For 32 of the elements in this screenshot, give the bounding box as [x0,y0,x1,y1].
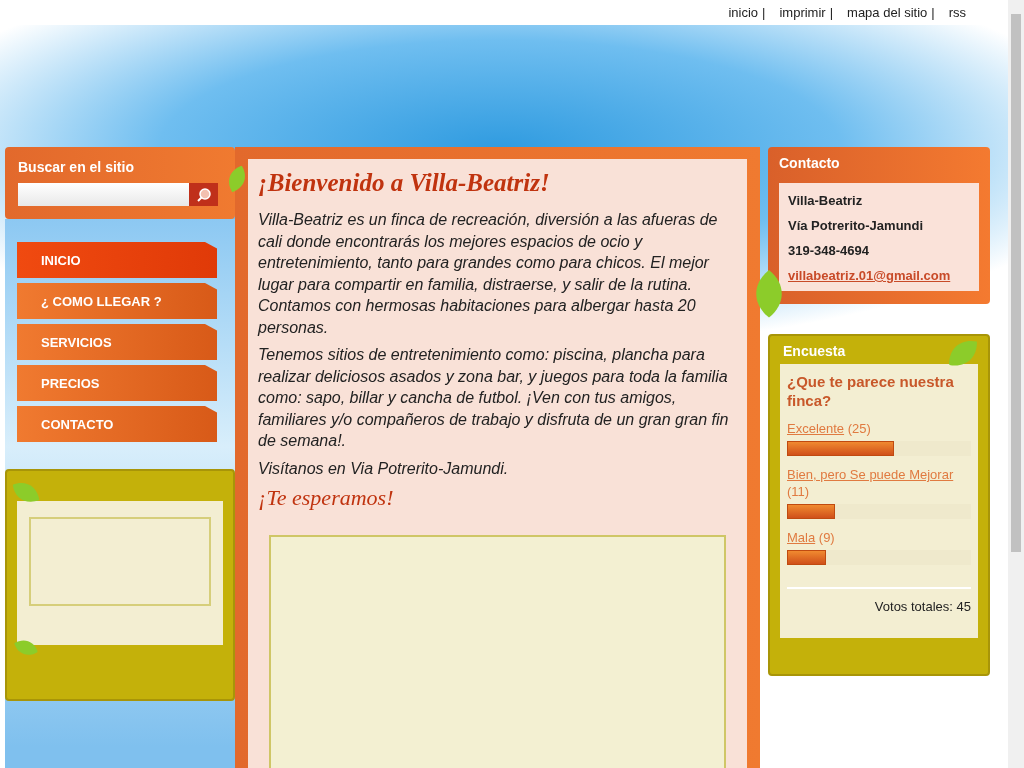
nav-item[interactable]: ¿ COMO LLEGAR ? [17,283,217,319]
vote-count: (9) [818,530,835,545]
paragraph: Tenemos sitios de entretenimiento como: piscina, plancha para realizar deliciosos asados y zona bar, y juegos para toda la familia como: sapo, billar y cancha de futbol. ¡Ven con tus amigos, familiares y/o compañeros de trabajo y disfruta de un gran gran fin de semana!. [258,345,730,451]
poll-question: ¿Que te parece nuestra finca? [787,372,955,410]
top-link[interactable]: rss [948,5,966,20]
contact-line: 319-348-4694 [788,243,870,258]
poll-option-link[interactable]: Mala [787,530,816,545]
paragraph: Villa-Beatriz es un finca de recreación, diversión a las afueras de cali donde encontrarás los mejores espacios de ocio y entretenimiento, tanto para grandes como para chicos. El mejor lugar para compartir en familia, distraerse, y salir de la rutina. Contamos con hermosas habitaciones para albergar hasta 20 personas. [258,210,719,338]
paragraph: Visítanos en Via Potrerito-Jamundi. [258,458,510,479]
nav-item[interactable]: CONTACTO [17,406,217,442]
top-link[interactable]: imprimir [779,5,826,20]
nav-item[interactable]: PRECIOS [17,365,217,401]
total-votes: Votos totales: 45 [873,599,971,614]
separator: | [829,5,834,20]
poll-option-link[interactable]: Bien, pero Se puede Mejorar [787,467,954,482]
separator: | [762,5,766,20]
page-title: ¡Bienvenido a Villa-Beatriz! [258,169,551,197]
subtitle: ¡Te esperamos! [258,485,395,511]
contact-title: Contacto [779,155,841,171]
top-link[interactable]: inicio [728,5,759,20]
top-link[interactable]: mapa del sitio [847,5,928,20]
nav-item[interactable]: SERVICIOS [17,324,217,360]
poll-option-link[interactable]: Excelente [787,421,845,436]
search-title: Buscar en el sitio [18,159,135,175]
email-link[interactable]: villabeatriz.01@gmail.com [788,268,970,283]
contact-line: Vía Potrerito-Jamundi [788,218,925,233]
poll-title: Encuesta [783,343,847,359]
vote-count: (11) [787,484,810,499]
vote-count: (25) [847,421,871,436]
nav-item[interactable]: INICIO [17,242,217,278]
separator: | [931,5,935,20]
contact-line: Villa-Beatriz [788,193,864,208]
